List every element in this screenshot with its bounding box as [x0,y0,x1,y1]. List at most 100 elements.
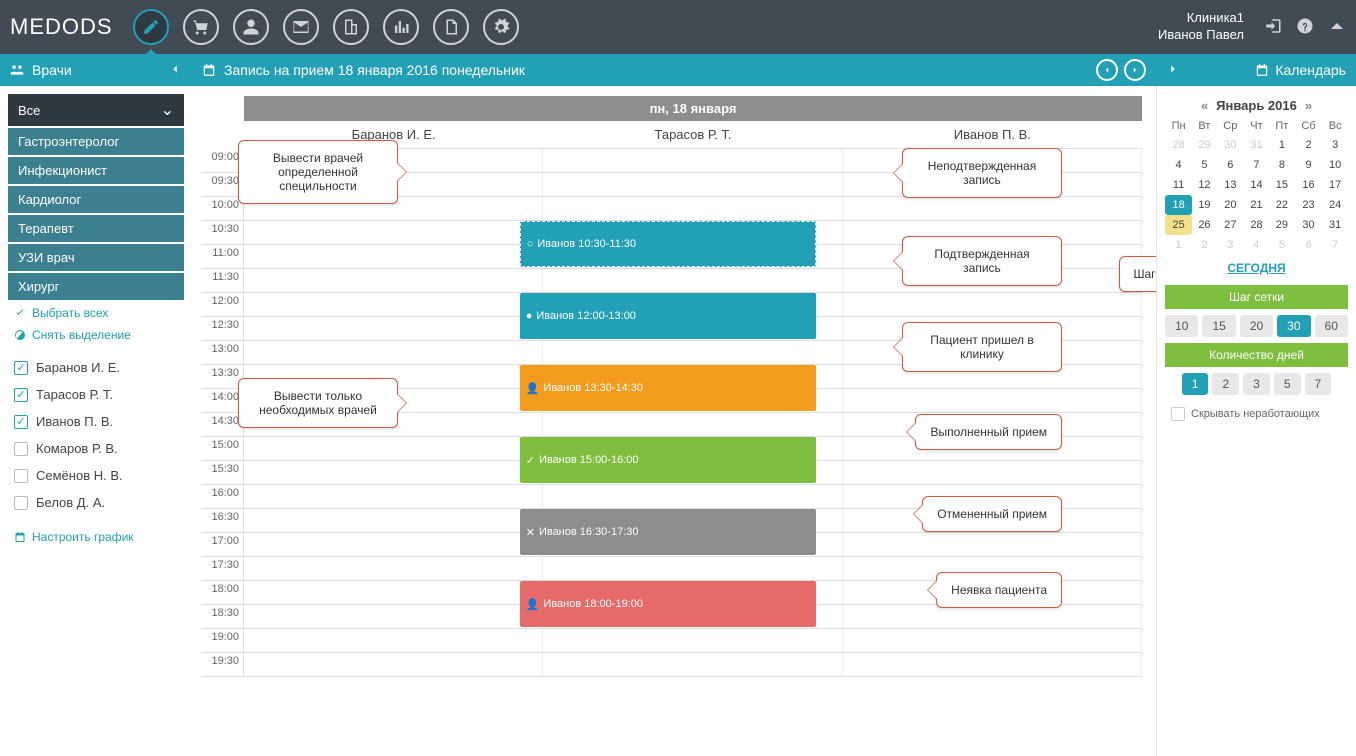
cal-day[interactable]: 2 [1295,135,1323,155]
slot[interactable] [543,485,842,508]
slot[interactable] [244,245,543,268]
cal-day[interactable]: 13 [1217,175,1244,195]
slot[interactable] [244,437,543,460]
sidebar-collapse-icon[interactable] [168,62,182,79]
configure-schedule-link[interactable]: Настроить график [8,526,184,548]
cal-day[interactable]: 3 [1322,135,1348,155]
cal-day[interactable]: 29 [1192,135,1217,155]
step-pill[interactable]: 10 [1165,315,1198,337]
slot[interactable] [244,629,543,652]
cal-day[interactable]: 31 [1322,215,1348,235]
cal-day[interactable]: 25 [1165,215,1192,235]
appointment[interactable]: ✕Иванов 16:30-17:30 [520,509,816,555]
cal-day[interactable]: 1 [1269,135,1295,155]
cal-day[interactable]: 3 [1217,235,1244,255]
cal-day[interactable]: 6 [1217,155,1244,175]
slot[interactable] [543,653,842,676]
slot[interactable] [244,221,543,244]
envelope-icon[interactable] [283,9,319,45]
cal-day[interactable]: 1 [1165,235,1192,255]
slot[interactable] [543,173,842,196]
slot[interactable] [843,653,1142,676]
cal-day[interactable]: 8 [1269,155,1295,175]
doctor-checkbox[interactable] [14,496,28,510]
appointment[interactable]: 👤Иванов 18:00-19:00 [520,581,816,627]
person-icon[interactable] [233,9,269,45]
logout-icon[interactable] [1264,17,1282,38]
slot[interactable] [543,341,842,364]
cal-day[interactable]: 12 [1192,175,1217,195]
cal-day[interactable]: 31 [1244,135,1269,155]
cal-day[interactable]: 19 [1192,195,1217,215]
days-pill[interactable]: 7 [1305,373,1332,395]
spec-item[interactable]: УЗИ врач [8,244,184,271]
slot[interactable] [843,533,1142,556]
cal-day[interactable]: 22 [1269,195,1295,215]
slot[interactable] [244,581,543,604]
deselect-all-link[interactable]: Снять выделение [8,324,184,346]
cal-day[interactable]: 24 [1322,195,1348,215]
cal-day[interactable]: 27 [1217,215,1244,235]
cal-day[interactable]: 15 [1269,175,1295,195]
appointment[interactable]: ✓Иванов 15:00-16:00 [520,437,816,483]
slot[interactable] [244,269,543,292]
doctor-item[interactable]: Тарасов Р. Т. [8,381,184,408]
cal-day[interactable]: 28 [1244,215,1269,235]
cal-day[interactable]: 26 [1192,215,1217,235]
slot[interactable] [244,317,543,340]
step-pill[interactable]: 15 [1202,315,1235,337]
cal-day[interactable]: 20 [1217,195,1244,215]
cal-day[interactable]: 28 [1165,135,1192,155]
spec-item[interactable]: Хирург [8,273,184,300]
doctor-item[interactable]: Комаров Р. В. [8,435,184,462]
step-pill[interactable]: 60 [1315,315,1348,337]
appointment[interactable]: 👤Иванов 13:30-14:30 [520,365,816,411]
slot[interactable] [543,557,842,580]
next-day-button[interactable] [1124,59,1146,81]
spec-item[interactable]: Терапевт [8,215,184,242]
spec-item[interactable]: Гастроэнтеролог [8,128,184,155]
today-link[interactable]: СЕГОДНЯ [1165,255,1348,281]
doctor-item[interactable]: Иванов П. В. [8,408,184,435]
spec-item[interactable]: Кардиолог [8,186,184,213]
cal-day[interactable]: 29 [1269,215,1295,235]
slot[interactable] [244,605,543,628]
gear-icon[interactable] [483,9,519,45]
slot[interactable] [543,269,842,292]
help-icon[interactable] [1296,17,1314,38]
days-pill[interactable]: 3 [1243,373,1270,395]
spec-item[interactable]: Инфекционист [8,157,184,184]
doctor-checkbox[interactable] [14,415,28,429]
doctor-item[interactable]: Баранов И. Е. [8,354,184,381]
cal-day[interactable]: 18 [1165,195,1192,215]
days-pill[interactable]: 1 [1182,373,1209,395]
edit-icon[interactable] [133,9,169,45]
cal-day[interactable]: 7 [1244,155,1269,175]
slot[interactable] [244,557,543,580]
building-icon[interactable] [333,9,369,45]
slot[interactable] [843,605,1142,628]
cal-day[interactable]: 11 [1165,175,1192,195]
slot[interactable] [244,341,543,364]
cal-day[interactable]: 21 [1244,195,1269,215]
cal-day[interactable]: 30 [1217,135,1244,155]
doctor-checkbox[interactable] [14,442,28,456]
cal-day[interactable]: 4 [1165,155,1192,175]
slot[interactable] [843,197,1142,220]
prev-day-button[interactable] [1096,59,1118,81]
doctor-checkbox[interactable] [14,469,28,483]
slot[interactable] [843,461,1142,484]
slot[interactable] [843,293,1142,316]
cal-day[interactable]: 4 [1244,235,1269,255]
cal-day[interactable]: 6 [1295,235,1323,255]
doctor-checkbox[interactable] [14,361,28,375]
calendar-collapse-icon[interactable] [1166,62,1180,79]
cal-day[interactable]: 14 [1244,175,1269,195]
slot[interactable] [244,485,543,508]
cal-next-month[interactable]: » [1305,98,1312,113]
cal-day[interactable]: 23 [1295,195,1323,215]
doctor-checkbox[interactable] [14,388,28,402]
slot[interactable] [244,461,543,484]
cal-day[interactable]: 10 [1322,155,1348,175]
slot[interactable] [843,389,1142,412]
